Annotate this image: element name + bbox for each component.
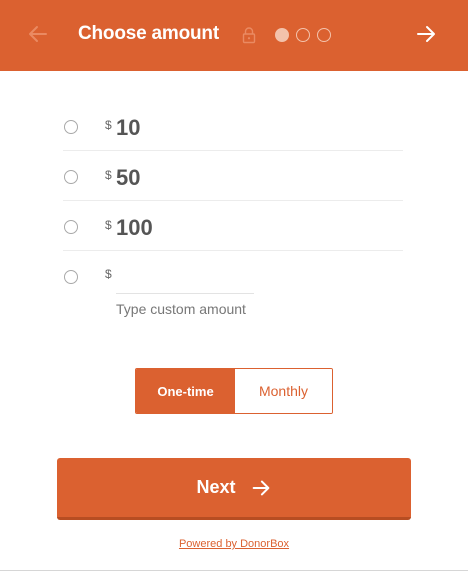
powered-by-link[interactable]: Powered by DonorBox [0,538,468,550]
amount-option-10[interactable]: $ 10 [63,101,403,151]
radio-button[interactable] [64,120,78,134]
custom-amount-input[interactable] [116,293,254,319]
step-dot-1 [275,28,289,42]
header-bar: Choose amount [0,0,468,71]
arrow-right-icon[interactable] [414,22,438,46]
currency-symbol: $ [105,267,112,281]
amount-value: 50 [116,165,141,190]
currency-symbol: $ [105,168,112,182]
arrow-left-icon[interactable] [26,22,50,46]
amount-value: 10 [116,115,141,140]
step-dot-2 [296,28,310,42]
amount-option-100[interactable]: $ 100 [63,201,403,251]
one-time-option[interactable]: One-time [136,369,235,413]
frequency-toggle: One-time Monthly [135,368,333,414]
step-dot-3 [317,28,331,42]
radio-button[interactable] [64,220,78,234]
arrow-right-icon [252,480,269,495]
radio-button[interactable] [64,170,78,184]
radio-button[interactable] [64,270,78,284]
next-button-label: Next [196,477,236,497]
amount-value: 100 [116,215,153,240]
currency-symbol: $ [105,118,112,132]
page-title: Choose amount [78,23,219,44]
lock-icon [242,27,256,44]
amount-option-50[interactable]: $ 50 [63,151,403,201]
next-button[interactable]: Next [57,458,411,520]
step-indicator [275,28,331,42]
custom-amount-option[interactable]: $ [63,252,403,322]
monthly-option[interactable]: Monthly [235,369,332,413]
currency-symbol: $ [105,218,112,232]
